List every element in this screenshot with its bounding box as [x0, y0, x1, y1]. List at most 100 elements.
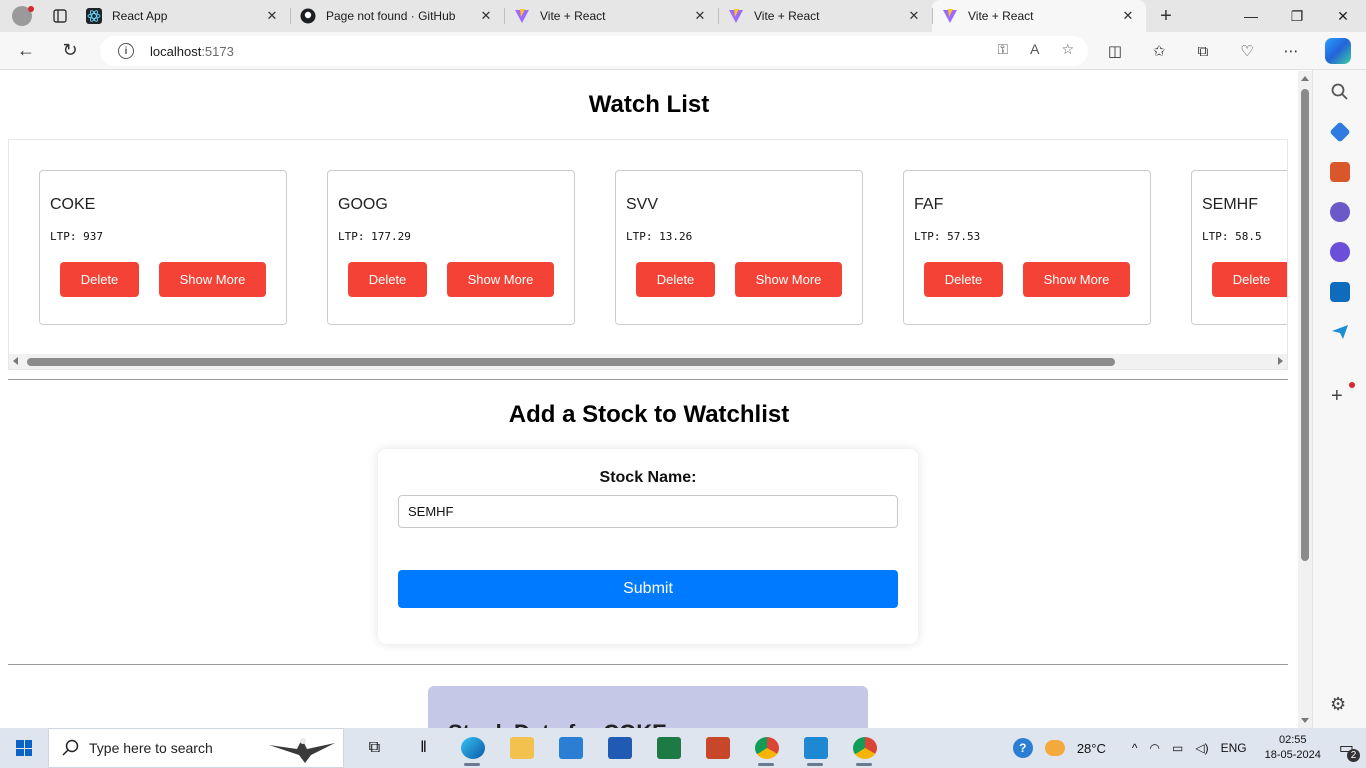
horizontal-scroll-thumb[interactable]: [27, 358, 1115, 366]
powerpoint-taskbar-button[interactable]: [693, 728, 742, 768]
profile-avatar[interactable]: [0, 0, 44, 32]
close-tab-icon[interactable]: ✕: [264, 8, 280, 24]
outlook-icon[interactable]: [1330, 282, 1350, 302]
tab-label: Page not found · GitHub: [326, 9, 456, 23]
add-stock-title: Add a Stock to Watchlist: [508, 401, 790, 428]
shopping-tag-icon[interactable]: [1329, 121, 1351, 143]
delete-button[interactable]: Delete: [636, 262, 715, 297]
edge-taskbar-button[interactable]: [448, 728, 497, 768]
sidebar-settings-icon[interactable]: ⚙: [1330, 694, 1346, 715]
notification-count: 2: [1347, 749, 1360, 762]
horizontal-scrollbar[interactable]: [9, 354, 1287, 369]
tab-actions-icon: [53, 9, 67, 23]
start-button[interactable]: [0, 728, 48, 768]
weather-icon[interactable]: [1044, 740, 1065, 756]
chrome-taskbar-button[interactable]: [840, 728, 889, 768]
search-icon[interactable]: [1330, 82, 1350, 102]
show-more-button[interactable]: Show More: [159, 262, 266, 297]
site-info-icon[interactable]: i: [118, 43, 134, 59]
clock[interactable]: 02:55 18-05-2024: [1265, 733, 1321, 763]
delete-button[interactable]: Delete: [1212, 262, 1287, 297]
back-button[interactable]: ←: [8, 36, 44, 66]
tools-icon[interactable]: [1330, 162, 1350, 182]
split-screen-icon[interactable]: ◫: [1100, 36, 1130, 66]
delete-button[interactable]: Delete: [924, 262, 1003, 297]
volume-icon[interactable]: ◁): [1195, 741, 1208, 755]
scroll-left-icon[interactable]: [13, 357, 18, 365]
scroll-right-icon[interactable]: [1278, 357, 1283, 365]
close-tab-icon[interactable]: ✕: [478, 8, 494, 24]
word-taskbar-button[interactable]: [595, 728, 644, 768]
stock-card: FAF LTP: 57.53 Delete Show More: [903, 170, 1151, 325]
show-more-button[interactable]: Show More: [447, 262, 554, 297]
widgets-button[interactable]: ‖: [399, 728, 448, 768]
taskbar-search[interactable]: Type here to search: [48, 728, 344, 768]
stock-card: GOOG LTP: 177.29 Delete Show More: [327, 170, 575, 325]
add-sidebar-app-icon[interactable]: +: [1331, 385, 1343, 408]
weather-temp[interactable]: 28°C: [1077, 741, 1106, 756]
chrome-profile-taskbar-button[interactable]: [742, 728, 791, 768]
copilot-sidebar-icon[interactable]: [1330, 242, 1350, 262]
browser-tab[interactable]: Vite + React ✕: [504, 0, 718, 32]
stock-ltp: LTP: 57.53: [914, 230, 981, 243]
clock-time: 02:55: [1278, 734, 1307, 746]
people-icon[interactable]: [1330, 202, 1350, 222]
close-window-button[interactable]: ✕: [1320, 0, 1366, 32]
read-aloud-icon[interactable]: A: [1030, 41, 1039, 58]
new-tab-button[interactable]: +: [1150, 5, 1182, 28]
send-icon[interactable]: [1330, 322, 1350, 342]
windows-icon: [16, 740, 32, 756]
watchlist-container[interactable]: COKE LTP: 937 Delete Show More GOOG LTP: 177.…: [8, 139, 1288, 370]
stock-card: SVV LTP: 13.26 Delete Show More: [615, 170, 863, 325]
delete-button[interactable]: Delete: [348, 262, 427, 297]
favorites-icon[interactable]: ✩: [1144, 36, 1174, 66]
favorite-star-icon[interactable]: ☆: [1061, 41, 1074, 58]
url-host: localhost: [150, 43, 202, 59]
vertical-scrollbar[interactable]: [1298, 71, 1312, 728]
browser-tab[interactable]: Vite + React ✕: [932, 0, 1146, 32]
vite-icon: [514, 8, 530, 24]
notifications-icon[interactable]: ▭ 2: [1339, 738, 1360, 762]
network-icon[interactable]: ◠: [1150, 741, 1160, 755]
delete-button[interactable]: Delete: [60, 262, 139, 297]
address-bar[interactable]: i localhost:5173 ⚿ A ☆: [100, 36, 1088, 66]
refresh-button[interactable]: ↻: [52, 36, 88, 66]
more-menu-icon[interactable]: ⋯: [1276, 36, 1306, 66]
explorer-taskbar-button[interactable]: [497, 728, 546, 768]
show-more-button[interactable]: Show More: [735, 262, 842, 297]
help-icon[interactable]: ?: [1012, 738, 1033, 758]
excel-taskbar-button[interactable]: [644, 728, 693, 768]
stock-name: SVV: [626, 196, 659, 213]
show-more-button[interactable]: Show More: [1023, 262, 1130, 297]
close-tab-icon[interactable]: ✕: [1120, 8, 1136, 24]
copilot-icon[interactable]: [1325, 38, 1351, 64]
vscode-taskbar-button[interactable]: [791, 728, 840, 768]
close-tab-icon[interactable]: ✕: [906, 8, 922, 24]
submit-button[interactable]: Submit: [398, 570, 898, 608]
widgets-icon: ‖: [420, 739, 427, 756]
close-tab-icon[interactable]: ✕: [692, 8, 708, 24]
browser-tab[interactable]: Page not found · GitHub ✕: [290, 0, 504, 32]
browser-tab[interactable]: Vite + React ✕: [718, 0, 932, 32]
scroll-up-icon[interactable]: [1301, 76, 1309, 81]
divider: [8, 664, 1288, 665]
key-icon[interactable]: ⚿: [997, 41, 1008, 58]
vertical-scroll-thumb[interactable]: [1301, 89, 1309, 561]
mail-taskbar-button[interactable]: [546, 728, 595, 768]
browser-tab[interactable]: React App ✕: [76, 0, 290, 32]
task-view-button[interactable]: ⧉: [350, 728, 399, 768]
scroll-down-icon[interactable]: [1301, 718, 1309, 723]
browser-essentials-icon[interactable]: ♡: [1232, 36, 1262, 66]
language-indicator[interactable]: ENG: [1221, 741, 1247, 755]
stock-name-input[interactable]: SEMHF: [398, 495, 898, 528]
minimize-button[interactable]: —: [1228, 0, 1274, 32]
tab-actions-button[interactable]: [44, 0, 76, 32]
battery-icon[interactable]: ▭: [1172, 741, 1183, 755]
notification-dot: [28, 6, 34, 12]
chevron-up-icon[interactable]: ^: [1132, 741, 1138, 755]
divider: [8, 379, 1288, 380]
collections-icon[interactable]: ⧉: [1188, 36, 1218, 66]
stock-name: GOOG: [338, 196, 388, 213]
tab-strip: React App ✕ Page not found · GitHub ✕ Vite +…: [0, 0, 1366, 32]
restore-button[interactable]: ❐: [1274, 0, 1320, 32]
